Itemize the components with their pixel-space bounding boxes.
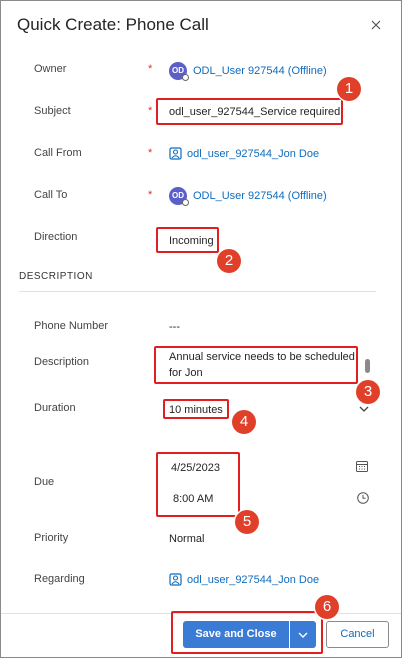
offline-status-icon <box>182 74 189 81</box>
annotation-highlight-description <box>154 346 358 384</box>
regarding-label: Regarding <box>34 573 85 585</box>
annotation-highlight-subject <box>156 98 343 125</box>
owner-required-marker: * <box>148 63 153 75</box>
annotation-badge-1: 1 <box>337 77 361 101</box>
offline-status-icon <box>182 199 189 206</box>
description-label: Description <box>34 356 90 368</box>
calendar-icon[interactable] <box>355 459 369 473</box>
call-from-required-marker: * <box>148 147 153 159</box>
owner-avatar: OD <box>169 62 189 81</box>
priority-label: Priority <box>34 532 69 544</box>
call-to-value-link[interactable]: ODL_User 927544 (Offline) <box>193 190 327 202</box>
due-label: Due <box>34 476 55 488</box>
close-icon[interactable] <box>369 18 383 32</box>
section-divider <box>19 291 376 292</box>
annotation-highlight-direction <box>156 227 219 253</box>
subject-required-marker: * <box>148 105 153 117</box>
call-to-required-marker: * <box>148 189 153 201</box>
call-to-label: Call To <box>34 189 68 201</box>
call-from-label: Call From <box>34 147 82 159</box>
call-from-value-link[interactable]: odl_user_927544_Jon Doe <box>187 148 319 160</box>
chevron-down-icon[interactable] <box>357 402 371 416</box>
description-section-title: DESCRIPTION <box>19 271 93 282</box>
owner-avatar-initials: OD <box>172 66 184 75</box>
owner-label: Owner <box>34 63 67 75</box>
subject-label: Subject <box>34 105 71 117</box>
duration-label: Duration <box>34 402 76 414</box>
call-to-avatar-initials: OD <box>172 191 184 200</box>
owner-value-link[interactable]: ODL_User 927544 (Offline) <box>193 65 327 77</box>
annotation-highlight-duration <box>163 399 229 419</box>
clock-icon[interactable] <box>356 491 370 505</box>
description-scrollbar[interactable] <box>365 359 370 373</box>
direction-label: Direction <box>34 231 78 243</box>
phone-number-value[interactable]: --- <box>169 321 180 333</box>
annotation-badge-4: 4 <box>232 410 256 434</box>
annotation-badge-2: 2 <box>217 249 241 273</box>
annotation-badge-6: 6 <box>315 595 339 619</box>
call-to-avatar: OD <box>169 187 189 206</box>
annotation-badge-3: 3 <box>356 380 380 404</box>
phone-number-label: Phone Number <box>34 320 108 332</box>
record-icon <box>169 573 182 586</box>
dialog-title: Quick Create: Phone Call <box>17 15 209 34</box>
annotation-highlight-save <box>171 611 323 654</box>
quick-create-dialog: Quick Create: Phone Call Owner * OD ODL_… <box>0 0 402 658</box>
cancel-button[interactable]: Cancel <box>326 621 389 648</box>
regarding-value-link[interactable]: odl_user_927544_Jon Doe <box>187 574 319 586</box>
priority-select[interactable]: Normal <box>169 533 204 545</box>
record-icon <box>169 147 182 160</box>
annotation-badge-5: 5 <box>235 510 259 534</box>
annotation-highlight-due <box>156 452 240 517</box>
